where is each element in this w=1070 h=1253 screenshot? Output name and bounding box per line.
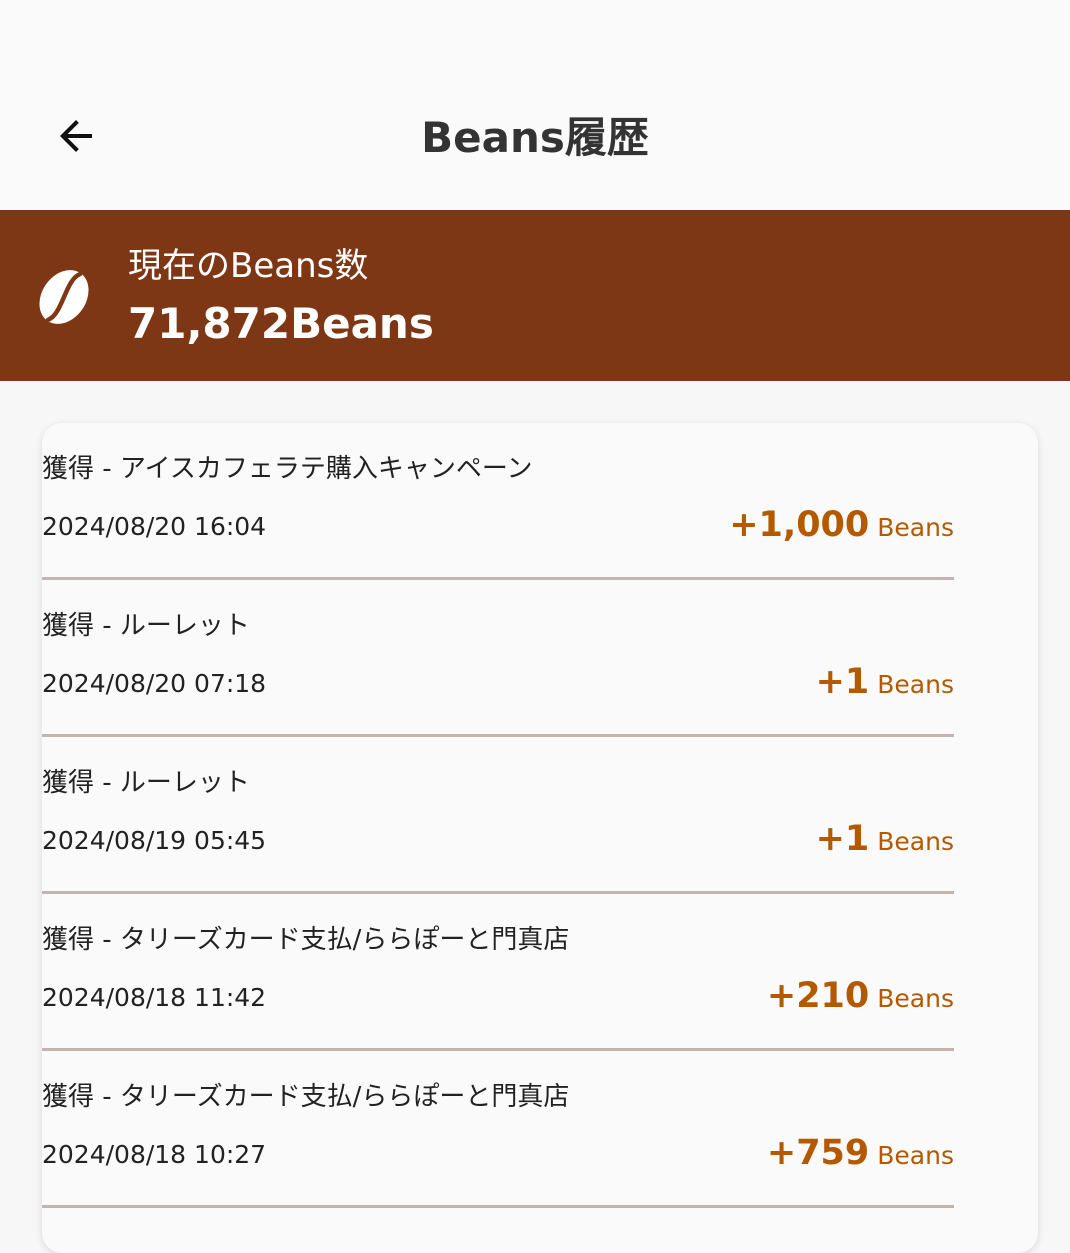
history-item-amount: +1 Beans <box>816 660 954 710</box>
page-title: Beans履歴 <box>421 113 649 162</box>
amount-unit: Beans <box>877 1141 954 1170</box>
history-item-amount: +1,000 Beans <box>729 503 954 553</box>
history-item-title: 獲得 - タリーズカード支払/ららぽーと門真店 <box>42 925 570 955</box>
amount-unit: Beans <box>877 827 954 856</box>
history-item[interactable]: 獲得 - アイスカフェラテ購入キャンペーン 2024/08/20 16:04 +… <box>42 423 954 580</box>
history-item-amount: +759 Beans <box>767 1131 954 1181</box>
balance-value: 71,872Beans <box>128 299 434 348</box>
history-item-date: 2024/08/20 16:04 <box>42 512 267 541</box>
amount-value: +759 <box>766 1133 870 1173</box>
history-item[interactable]: 獲得 - タリーズカード支払/ららぽーと門真店 2024/08/18 11:42… <box>42 894 954 1051</box>
amount-value: +1,000 <box>729 505 870 545</box>
history-item-date: 2024/08/18 10:27 <box>42 1140 267 1169</box>
history-item-date: 2024/08/20 07:18 <box>42 669 267 698</box>
history-item-title: 獲得 - ルーレット <box>42 768 250 798</box>
history-item-date: 2024/08/19 05:45 <box>42 826 267 855</box>
app-bar: Beans履歴 <box>0 0 1070 210</box>
amount-value: +1 <box>815 662 870 702</box>
history-item[interactable]: 獲得 - タリーズカード支払/ららぽーと門真店 2024/08/18 10:27… <box>42 1051 954 1208</box>
history-item[interactable]: 獲得 - ルーレット 2024/08/20 07:18 +1 Beans <box>42 580 954 737</box>
coffee-bean-icon <box>39 270 89 324</box>
amount-value: +210 <box>766 976 870 1016</box>
amount-unit: Beans <box>877 670 954 699</box>
history-item-title: 獲得 - ルーレット <box>42 611 250 641</box>
amount-unit: Beans <box>877 984 954 1013</box>
amount-value: +1 <box>815 819 870 859</box>
history-item-title: 獲得 - タリーズカード支払/ららぽーと門真店 <box>42 1082 570 1112</box>
divider <box>42 1205 954 1208</box>
history-item-date: 2024/08/18 11:42 <box>42 983 267 1012</box>
amount-unit: Beans <box>877 513 954 542</box>
balance-banner <box>0 210 1070 381</box>
history-item-amount: +1 Beans <box>816 817 954 867</box>
balance-label: 現在のBeans数 <box>128 246 369 286</box>
history-item-amount: +210 Beans <box>767 974 954 1024</box>
history-item[interactable]: 獲得 - ルーレット 2024/08/19 05:45 +1 Beans <box>42 737 954 894</box>
history-item-title: 獲得 - アイスカフェラテ購入キャンペーン <box>42 454 533 484</box>
